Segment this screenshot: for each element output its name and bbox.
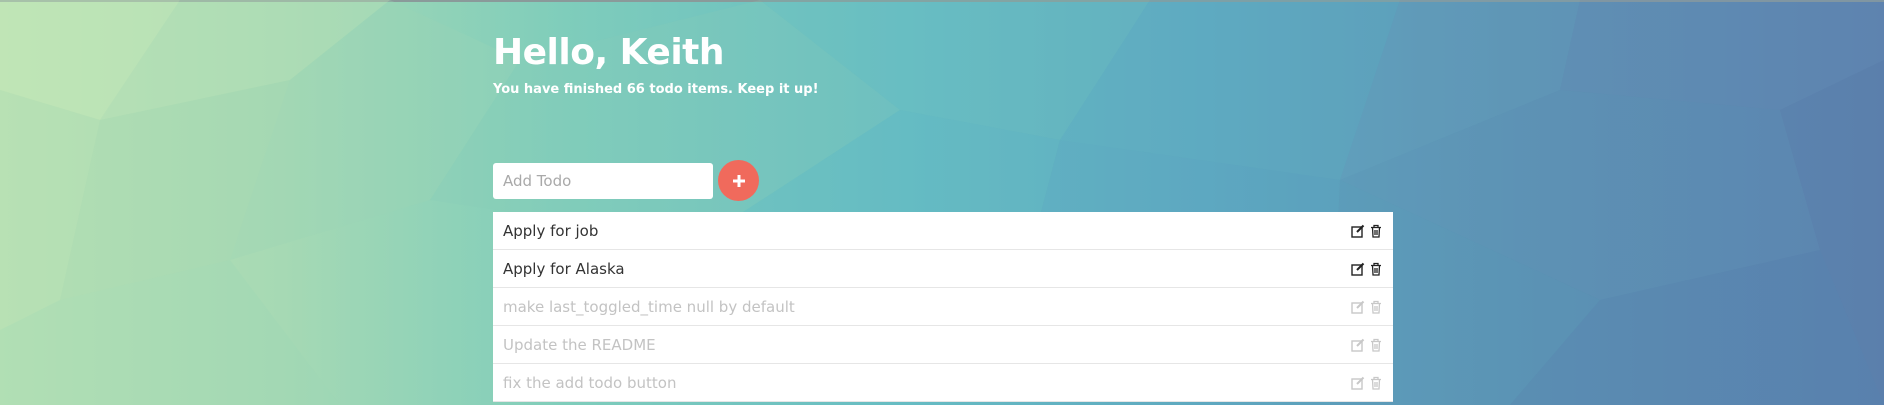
todo-item-completed[interactable]: Update the README [493, 326, 1393, 364]
add-todo-form [493, 160, 759, 201]
edit-icon[interactable] [1351, 224, 1365, 238]
todo-text[interactable]: Update the README [503, 336, 1351, 354]
trash-icon[interactable] [1369, 300, 1383, 314]
todo-text[interactable]: Apply for Alaska [503, 260, 1351, 278]
trash-icon[interactable] [1369, 338, 1383, 352]
todo-actions [1351, 224, 1383, 238]
add-todo-button[interactable] [718, 160, 759, 201]
completion-summary: You have finished 66 todo items. Keep it… [493, 82, 819, 97]
todo-item[interactable]: Apply for job [493, 212, 1393, 250]
todo-text[interactable]: Apply for job [503, 222, 1351, 240]
add-todo-input[interactable] [493, 162, 713, 199]
todo-text[interactable]: make last_toggled_time null by default [503, 298, 1351, 316]
edit-icon[interactable] [1351, 262, 1365, 276]
todo-actions [1351, 262, 1383, 276]
todo-item-completed[interactable]: fix the add todo button [493, 364, 1393, 402]
todo-list: Apply for job Apply for Alaska make last… [493, 212, 1393, 402]
greeting-title: Hello, Keith [493, 32, 725, 73]
todo-text[interactable]: fix the add todo button [503, 374, 1351, 392]
edit-icon[interactable] [1351, 300, 1365, 314]
trash-icon[interactable] [1369, 262, 1383, 276]
todo-actions [1351, 338, 1383, 352]
todo-item[interactable]: Apply for Alaska [493, 250, 1393, 288]
todo-item-completed[interactable]: make last_toggled_time null by default [493, 288, 1393, 326]
trash-icon[interactable] [1369, 376, 1383, 390]
edit-icon[interactable] [1351, 376, 1365, 390]
todo-actions [1351, 376, 1383, 390]
header: Hello, Keith You have finished 66 todo i… [493, 30, 819, 98]
todo-actions [1351, 300, 1383, 314]
plus-icon [732, 174, 745, 187]
edit-icon[interactable] [1351, 338, 1365, 352]
trash-icon[interactable] [1369, 224, 1383, 238]
